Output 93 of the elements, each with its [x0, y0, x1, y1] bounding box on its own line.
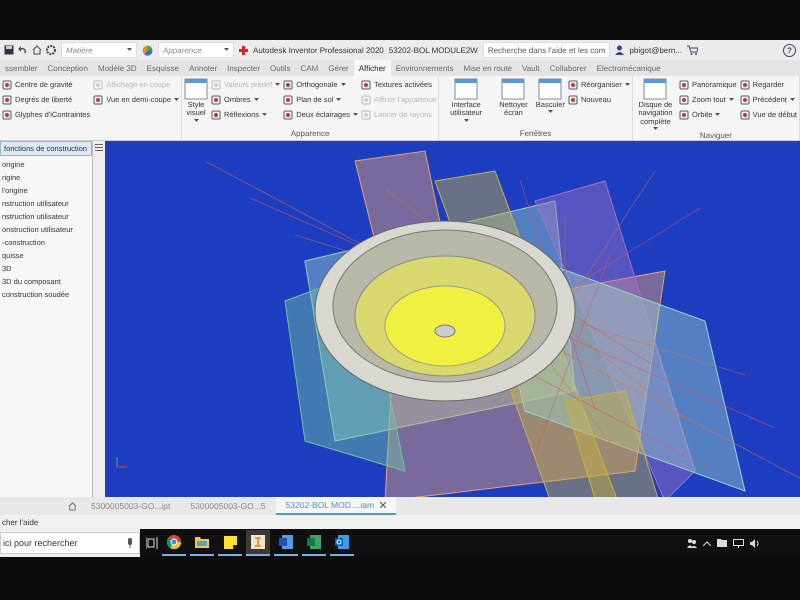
mail-app-icon[interactable]: [335, 535, 349, 549]
caret-icon: [127, 48, 132, 52]
taskbar-search-field[interactable]: ici pour rechercher: [0, 532, 140, 554]
tool-icon: [2, 80, 12, 90]
spreadsheet-app-icon[interactable]: [307, 535, 321, 549]
menu-icon[interactable]: [95, 144, 103, 151]
speaker-icon[interactable]: [750, 538, 760, 548]
user-icon: [615, 45, 624, 55]
sticky-note-icon[interactable]: [224, 536, 236, 548]
folder-icon[interactable]: [717, 539, 727, 547]
save-icon[interactable]: [4, 45, 14, 55]
tool-icon: [568, 80, 578, 90]
panel-label: Fenêtres: [520, 129, 552, 138]
ribbon-tab[interactable]: CAM: [295, 60, 324, 76]
ribbon-tab[interactable]: Modèle 3D: [92, 60, 142, 76]
caret-icon: [275, 82, 280, 86]
caret-icon: [652, 126, 658, 131]
ribbon-tab[interactable]: Environnements: [390, 60, 459, 76]
caret-icon: [336, 98, 342, 102]
caret-icon: [624, 82, 630, 86]
caret-icon: [224, 48, 229, 52]
caret-icon: [262, 112, 268, 116]
tool-icon: [361, 80, 372, 90]
tool-icon: [361, 110, 372, 120]
caret-icon: [254, 98, 259, 102]
ribbon-tab[interactable]: Electromécanique: [592, 60, 666, 76]
microphone-icon[interactable]: [127, 538, 133, 548]
user-name[interactable]: pbigot@bern...: [629, 46, 682, 54]
caret-icon: [728, 98, 734, 102]
appearance-dropdown[interactable]: Apparence: [158, 42, 234, 58]
ribbon-tab[interactable]: Inspecter: [222, 60, 266, 76]
caret-icon: [715, 112, 720, 116]
tool-icon: [93, 94, 104, 104]
tool-icon: [211, 110, 221, 120]
ribbon-tab[interactable]: Annoter: [184, 60, 222, 76]
monitor-icon[interactable]: [733, 538, 744, 548]
ribbon-tab[interactable]: Collaborer: [544, 60, 592, 76]
tool-icon: [740, 94, 750, 104]
document-app-icon[interactable]: [279, 535, 293, 549]
ribbon-tab[interactable]: Afficher: [354, 60, 391, 76]
ribbon-tab[interactable]: Outils: [265, 60, 296, 76]
plus-icon[interactable]: [239, 46, 248, 54]
caret-icon: [353, 112, 358, 116]
tool-icon: [283, 94, 294, 104]
home-icon[interactable]: [32, 45, 42, 55]
app-tile-icon[interactable]: [251, 535, 265, 549]
caret-icon: [548, 110, 553, 114]
tool-icon: [568, 94, 578, 104]
browser-icon[interactable]: [167, 535, 181, 549]
ribbon-tab[interactable]: ssembler: [0, 60, 42, 76]
folder-icon[interactable]: [195, 536, 209, 548]
tool-icon: [740, 80, 750, 90]
close-icon[interactable]: [380, 502, 386, 508]
ribbon-tab[interactable]: Vault: [516, 60, 545, 76]
caret-icon: [174, 98, 179, 102]
ribbon-tab[interactable]: Esquisse: [142, 60, 184, 76]
caret-icon: [194, 118, 198, 122]
home-icon[interactable]: [68, 502, 77, 510]
tool-icon: [679, 80, 690, 90]
window-title: Autodesk Inventor Professional 2020: [253, 46, 384, 54]
panel-label: Naviguer: [700, 130, 732, 140]
tool-icon: [211, 94, 221, 104]
ribbon-tab[interactable]: Conception: [42, 60, 93, 76]
tool-icon: [283, 80, 294, 90]
tool-icon: [211, 80, 221, 90]
tool-icon: [283, 110, 294, 120]
help-button[interactable]: ?: [783, 44, 796, 56]
cart-icon[interactable]: [687, 45, 698, 55]
tool-icon: [679, 94, 690, 104]
caret-icon: [464, 118, 469, 122]
help-search-field[interactable]: Recherche dans l'aide et les com: [482, 42, 610, 58]
task-view-icon[interactable]: [146, 537, 158, 549]
tool-icon: [93, 80, 104, 90]
tool-icon: [361, 94, 372, 104]
tool-icon: [679, 110, 690, 120]
tool-icon: [2, 94, 12, 104]
material-dropdown[interactable]: Matière: [61, 42, 137, 58]
taskbar-app-button[interactable]: [246, 530, 270, 556]
caret-icon: [790, 98, 795, 102]
document-name: 53202-BOL MODULE2W: [388, 46, 478, 54]
people-icon[interactable]: [687, 538, 697, 548]
status-text: cher l'aide: [2, 518, 38, 526]
tool-icon: [740, 110, 750, 120]
axis-triad-icon: [113, 455, 129, 471]
caret-icon: [340, 82, 346, 86]
gear-icon[interactable]: [46, 45, 56, 55]
ribbon-tab[interactable]: Gérer: [323, 60, 354, 76]
panel-label: Apparence: [290, 129, 330, 138]
undo-icon[interactable]: [18, 45, 28, 55]
tool-icon: [2, 110, 12, 120]
chevron-up-icon[interactable]: [703, 540, 711, 546]
ribbon-tab[interactable]: Mise en route: [458, 60, 517, 76]
color-wheel-icon[interactable]: [142, 44, 153, 56]
